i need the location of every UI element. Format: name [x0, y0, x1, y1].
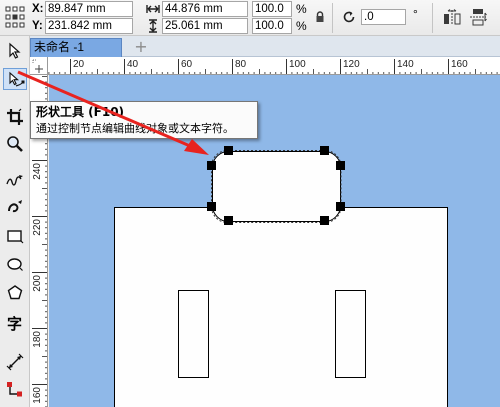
ruler-tick-label: 200 [32, 275, 43, 292]
scale-x-input[interactable]: 100.0 [252, 1, 292, 17]
shape-tool-icon [9, 71, 25, 87]
smart-drawing-button[interactable] [3, 196, 27, 218]
rotate-icon [343, 11, 355, 23]
connector-tool-icon [7, 382, 22, 397]
height-icon [149, 19, 157, 33]
x-label: X: [32, 3, 44, 15]
object-origin-icon[interactable] [4, 4, 26, 30]
scale-x-percent: % [296, 2, 307, 16]
ruler-origin-icon[interactable] [30, 57, 48, 75]
scale-y-percent: % [296, 19, 307, 33]
add-document-icon[interactable]: + [133, 39, 149, 55]
horizontal-ruler-scale: 20 40 60 80 100 120 140 160 [48, 59, 498, 74]
text-tool-button[interactable]: 字 [3, 314, 27, 336]
separator [432, 3, 433, 33]
tooltip-body: 通过控制节点编辑曲线对象或文本字符。 [36, 122, 234, 135]
toolbox: 字 [0, 36, 30, 407]
node-handle[interactable] [320, 216, 329, 225]
rectangle-tool-button[interactable] [3, 225, 27, 247]
rotation-input[interactable]: .0 [361, 9, 406, 25]
shape-tool-button[interactable] [3, 68, 27, 90]
ruler-tick-label: 240 [32, 163, 43, 180]
ruler-tick-label: 140 [397, 59, 414, 70]
ruler-tick-label: 160 [32, 387, 43, 404]
dimension-tool-icon [6, 353, 24, 371]
node-handle[interactable] [336, 161, 345, 170]
zoom-tool-button[interactable] [3, 133, 27, 155]
polygon-tool-icon [7, 285, 23, 300]
node-handle[interactable] [207, 161, 216, 170]
pick-tool-icon [9, 42, 21, 59]
horizontal-ruler[interactable]: 20 40 60 80 100 120 140 160 [48, 57, 500, 75]
tooltip-title: 形状工具 (F10) [36, 105, 125, 119]
pick-tool-button[interactable] [3, 40, 27, 62]
degree-symbol: ° [413, 7, 418, 21]
ruler-tick-label: 120 [343, 59, 360, 70]
y-position-input[interactable]: 231.842 mm [45, 18, 133, 34]
ruler-tick-label: 180 [32, 331, 43, 348]
separator [332, 3, 333, 33]
crop-tool-button[interactable] [3, 106, 27, 128]
ruler-tick-label: 60 [181, 59, 193, 70]
text-tool-icon: 字 [7, 315, 23, 333]
crop-tool-icon [7, 108, 23, 125]
polygon-tool-button[interactable] [3, 282, 27, 304]
mirror-horizontal-icon[interactable] [443, 9, 461, 25]
ruler-tick-label: 220 [32, 219, 43, 236]
freehand-tool-button[interactable] [3, 170, 27, 192]
selected-rounded-rectangle[interactable] [212, 151, 341, 222]
ellipse-tool-icon [7, 258, 23, 271]
document-tab-bar: 未命名 -1 + [30, 36, 500, 57]
connector-tool-button[interactable] [3, 379, 27, 401]
ruler-tick-label: 20 [73, 59, 85, 70]
left-slot-rectangle[interactable] [178, 290, 209, 378]
dimension-tool-button[interactable] [3, 351, 27, 373]
scale-y-input[interactable]: 100.0 [252, 18, 292, 34]
node-handle[interactable] [320, 146, 329, 155]
main-rectangle[interactable] [114, 207, 448, 407]
document-tab[interactable]: 未命名 -1 [30, 38, 122, 57]
lock-ratio-icon[interactable] [315, 11, 325, 23]
ruler-tick-label: 40 [127, 59, 139, 70]
shape-tool-tooltip: 形状工具 (F10) 通过控制节点编辑曲线对象或文本字符。 [30, 101, 258, 139]
mirror-vertical-icon[interactable] [469, 8, 487, 26]
width-icon [146, 5, 160, 13]
ellipse-tool-button[interactable] [3, 253, 27, 275]
rectangle-tool-icon [7, 230, 24, 244]
y-label: Y: [32, 20, 43, 32]
node-handle[interactable] [336, 202, 345, 211]
ruler-tick-label: 80 [235, 59, 247, 70]
node-handle[interactable] [207, 202, 216, 211]
node-handle[interactable] [224, 216, 233, 225]
ruler-tick-label: 100 [289, 59, 306, 70]
right-slot-rectangle[interactable] [335, 290, 366, 378]
smart-drawing-icon [8, 200, 22, 213]
width-input[interactable]: 44.876 mm [162, 1, 248, 17]
height-input[interactable]: 25.061 mm [162, 18, 248, 34]
zoom-tool-icon [7, 136, 23, 152]
x-position-input[interactable]: 89.847 mm [45, 1, 133, 17]
property-bar: X: 89.847 mm Y: 231.842 mm 44.876 mm 25.… [0, 0, 500, 36]
node-handle[interactable] [224, 146, 233, 155]
freehand-tool-icon [6, 175, 23, 186]
ruler-tick-label: 160 [451, 59, 468, 70]
